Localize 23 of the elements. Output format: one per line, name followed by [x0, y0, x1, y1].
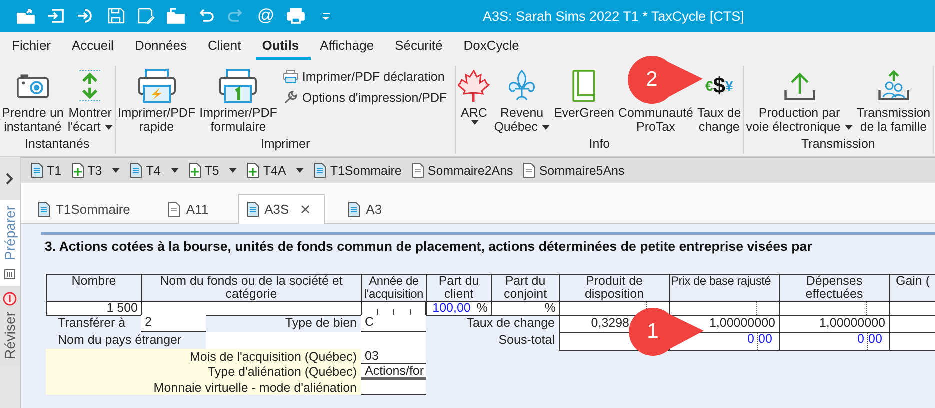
column-header: Nombre — [46, 274, 142, 302]
field-label: Transférer à — [57, 315, 127, 332]
field-label: Mois de l'acquisition (Québec) — [46, 349, 361, 364]
group-label: Transmission — [800, 137, 876, 153]
section-heading: 3. Actions cotées à la bourse, unités de fonds commun de placement, actions déterminées de petite entreprise visées par — [45, 239, 814, 254]
field-label: Nom du pays étranger — [57, 332, 183, 349]
field-label: Monnaie virtuelle - mode d'aliénation — [46, 380, 361, 395]
window-title: A3S: Sarah Sims 2022 T1 * TaxCycle [CTS] — [483, 8, 744, 24]
callout-tooltip: 1 — [629, 308, 705, 356]
field-label: Type d'aliénation (Québec) — [46, 364, 361, 380]
callout-tooltip: 2 — [628, 56, 704, 104]
group-label: Instantanés — [24, 137, 91, 153]
field-label: Taux de change — [466, 315, 556, 332]
currency-exchange-icon: €$¥ — [705, 71, 734, 101]
group-label: Imprimer — [260, 137, 312, 153]
subtotal-field: 0 00 — [779, 332, 890, 350]
field-label: Type de bien — [284, 315, 358, 332]
column-header: Nom du fonds ou de la société et catégorie — [141, 274, 362, 302]
column-header: Année de l'acquisition — [361, 274, 427, 302]
group-label: Info — [588, 137, 612, 153]
column-header: Produit de disposition — [559, 274, 670, 302]
field-label: Sous-total — [498, 332, 556, 349]
column-header: Part du conjoint — [491, 274, 560, 302]
